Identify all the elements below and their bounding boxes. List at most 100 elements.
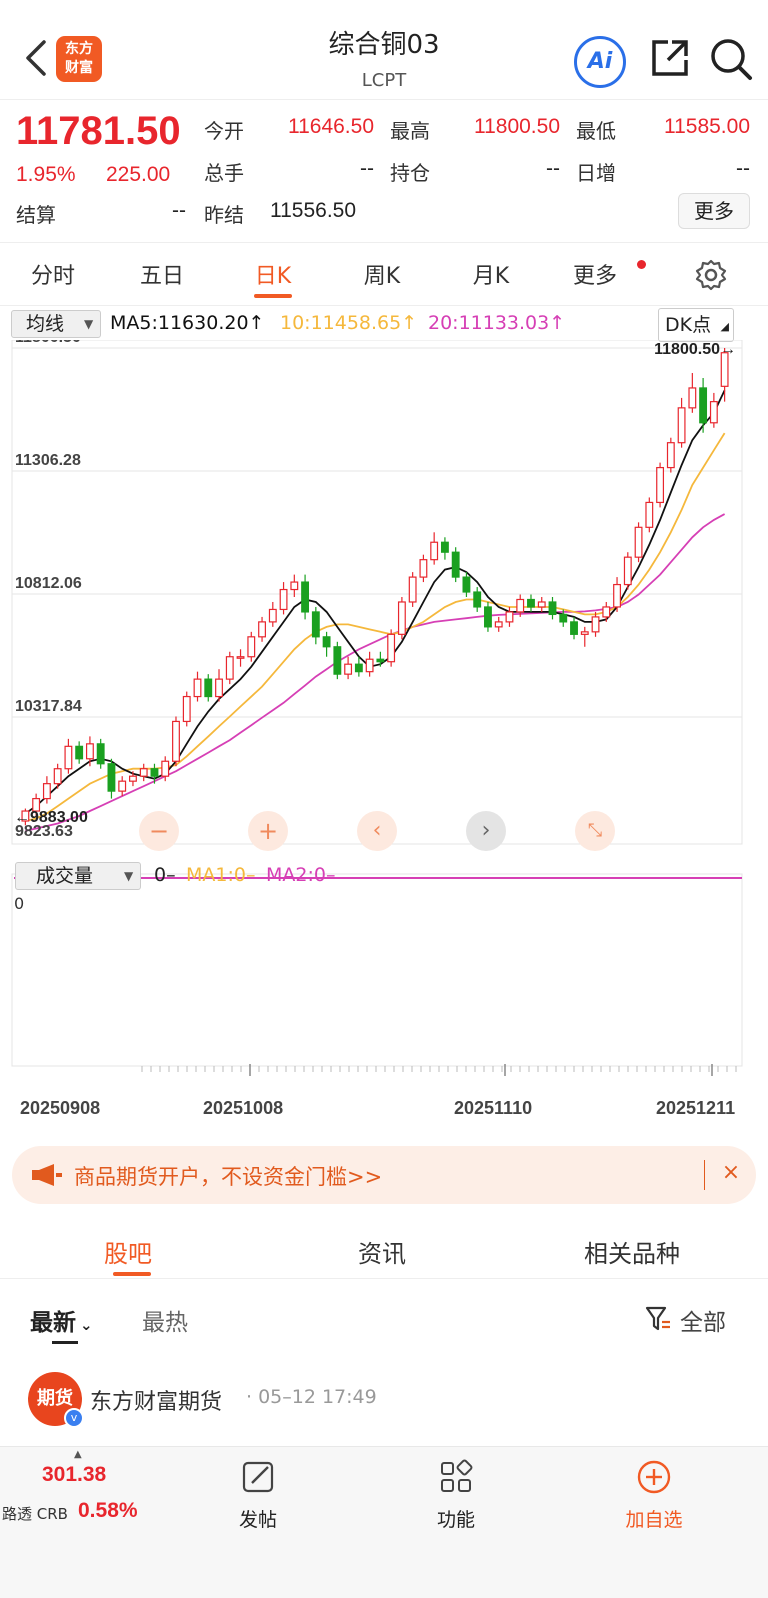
candle-body xyxy=(656,466,665,504)
candle-body xyxy=(505,611,514,623)
banner-text: 商品期货开户，不设资金门槛>> xyxy=(74,1165,383,1189)
candle xyxy=(484,601,492,632)
candle xyxy=(193,671,202,702)
settle-label: 结算 xyxy=(16,203,56,227)
candle-body xyxy=(354,663,363,673)
ai-label: Ai xyxy=(587,49,613,74)
candle-body xyxy=(279,588,288,611)
zoom-in-button[interactable]: + xyxy=(248,811,288,851)
sort-latest-label: 最新 xyxy=(30,1310,76,1336)
indicator-row: 均线 ▼ MA5:11630.20↑ 10:11458.65↑ 20:11133.… xyxy=(0,308,768,342)
candle-body xyxy=(64,745,73,770)
candle-body xyxy=(365,658,374,673)
active-tab-indicator xyxy=(254,294,292,298)
x-tick-label: 20251008 xyxy=(203,1098,284,1118)
plus-circle-icon xyxy=(637,1460,671,1494)
add-watchlist-button[interactable]: 加自选 xyxy=(594,1459,714,1532)
candle xyxy=(215,669,223,702)
ma20-line xyxy=(25,513,726,832)
candle-body xyxy=(376,658,385,663)
daily-increase-label: 日增 xyxy=(576,161,616,185)
low-value: 11585.00 xyxy=(663,115,750,138)
candle-body xyxy=(591,616,600,633)
candle xyxy=(666,437,675,473)
candle-body xyxy=(537,601,546,608)
chevron-down-icon: ⌄ xyxy=(80,1316,93,1334)
post-time: · 05–12 17:49 xyxy=(246,1386,377,1408)
post-button[interactable]: 发帖 xyxy=(198,1459,318,1532)
ai-button[interactable]: Ai xyxy=(574,36,626,88)
volume-indicator-select[interactable]: 成交量 ▼ xyxy=(15,862,141,890)
post-author[interactable]: 东方财富期货 xyxy=(90,1384,222,1416)
scroll-left-button[interactable]: ‹ xyxy=(357,811,397,851)
daily-increase-value: -- xyxy=(736,157,750,180)
candle xyxy=(570,616,578,640)
fullscreen-icon[interactable]: ⤡ xyxy=(575,811,615,851)
quote-panel: 11781.50 1.95% 225.00 结算 -- 今开 11646.50 … xyxy=(0,101,768,243)
volume-select-label: 成交量 xyxy=(36,865,94,887)
candle-body xyxy=(53,768,62,785)
tab-five-day[interactable]: 五日 xyxy=(117,258,207,290)
tab-daily-k[interactable]: 日K xyxy=(228,258,318,290)
candle xyxy=(344,656,353,680)
ma5-value: MA5:11630.20↑ xyxy=(110,312,265,334)
share-icon[interactable] xyxy=(648,36,692,80)
gear-icon[interactable] xyxy=(694,258,728,292)
candle-body xyxy=(709,401,718,424)
index-value[interactable]: 301.38 xyxy=(42,1463,106,1487)
candle xyxy=(440,537,449,560)
dk-point-button[interactable]: DK点 ◢ xyxy=(658,308,734,342)
tab-intraday[interactable]: 分时 xyxy=(8,258,98,290)
candle-body xyxy=(182,695,191,723)
close-icon[interactable]: × xyxy=(718,1160,744,1185)
post-button-label: 发帖 xyxy=(238,1509,277,1531)
candle-body xyxy=(548,601,557,616)
ma-select-label: 均线 xyxy=(26,313,65,335)
candle xyxy=(322,631,331,657)
verified-badge-icon: v xyxy=(64,1408,84,1428)
promo-banner[interactable]: 商品期货开户，不设资金门槛>> × xyxy=(12,1146,756,1204)
candle xyxy=(408,572,417,607)
tab-news[interactable]: 资讯 xyxy=(358,1234,406,1269)
chart-grid xyxy=(11,340,743,1076)
tab-more-periods[interactable]: 更多 xyxy=(550,258,640,290)
candle xyxy=(236,649,245,667)
candle-body xyxy=(430,541,439,561)
candle-body xyxy=(451,551,460,578)
scroll-right-button[interactable]: › xyxy=(466,811,506,851)
candle-body xyxy=(204,678,213,698)
candle-body xyxy=(623,556,632,586)
candle-body xyxy=(193,678,202,698)
ma20-value: 20:11133.03↑ xyxy=(428,312,566,334)
sort-hot[interactable]: 最热 xyxy=(142,1303,188,1337)
candle-body xyxy=(419,559,428,578)
candle xyxy=(387,629,396,667)
change-percent: 1.95% xyxy=(16,163,76,186)
ma-select[interactable]: 均线 ▼ xyxy=(11,310,101,338)
volume-ma1: MA1:0– xyxy=(186,864,256,886)
filter-label[interactable]: 全部 xyxy=(680,1303,726,1337)
more-quote-button[interactable]: 更多 xyxy=(678,193,750,229)
candle xyxy=(258,616,266,642)
function-button[interactable]: 功能 xyxy=(396,1459,516,1532)
sort-latest[interactable]: 最新 ⌄ xyxy=(30,1303,93,1337)
filter-icon[interactable] xyxy=(644,1305,672,1333)
candle-body xyxy=(139,768,148,777)
candle xyxy=(268,601,277,627)
volume-value: 0– xyxy=(154,864,176,886)
candle-body xyxy=(473,591,482,608)
candle xyxy=(75,741,84,764)
tab-guba[interactable]: 股吧 xyxy=(104,1234,152,1269)
candle-body xyxy=(559,613,568,623)
candle xyxy=(225,651,234,685)
candle xyxy=(311,606,320,645)
tab-weekly-k[interactable]: 周K xyxy=(337,258,427,290)
candle xyxy=(699,377,708,433)
tab-related[interactable]: 相关品种 xyxy=(584,1234,680,1269)
tab-monthly-k[interactable]: 月K xyxy=(446,258,536,290)
kline-chart[interactable]: 11800.50 11306.28 10812.06 10317.84 11800.50… xyxy=(0,340,768,1110)
dropdown-caret-icon: ▼ xyxy=(84,317,94,331)
search-icon[interactable] xyxy=(708,36,754,82)
zoom-out-button[interactable]: − xyxy=(139,811,179,851)
change-value: 225.00 xyxy=(106,163,171,186)
